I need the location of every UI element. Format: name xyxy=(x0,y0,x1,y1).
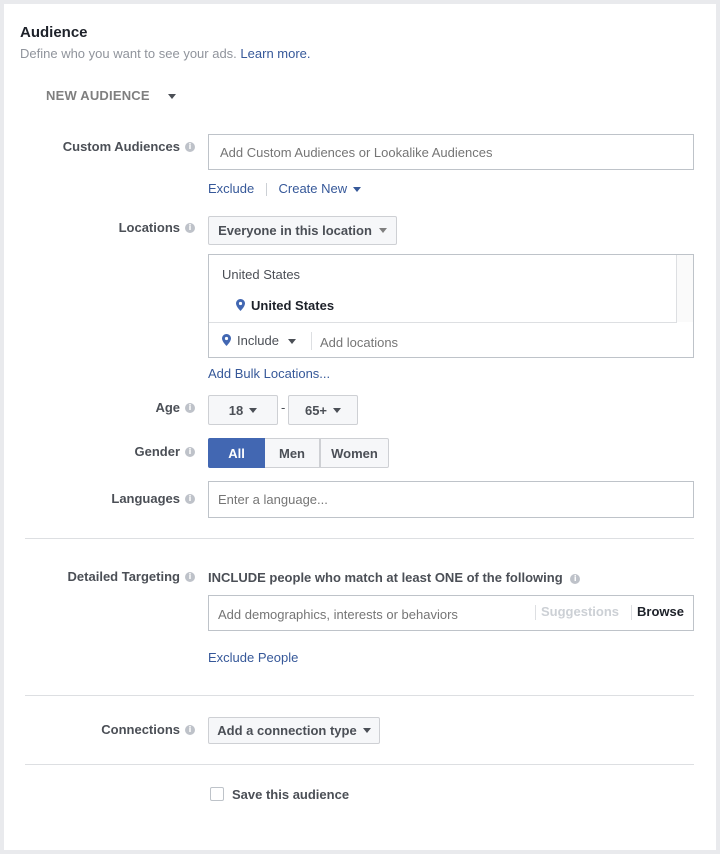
section-title: Audience xyxy=(20,24,88,41)
gender-label: Gender xyxy=(134,444,180,459)
info-icon[interactable]: i xyxy=(185,725,195,735)
link-divider xyxy=(265,183,267,197)
suggestions-button[interactable]: Suggestions xyxy=(541,604,619,619)
info-icon[interactable]: i xyxy=(185,142,195,152)
age-separator: - xyxy=(281,400,286,415)
info-icon[interactable]: i xyxy=(185,572,195,582)
location-pin-icon xyxy=(222,334,231,346)
info-icon[interactable]: i xyxy=(185,223,195,233)
selected-location[interactable]: United States xyxy=(236,298,334,313)
locations-label: Locations xyxy=(118,220,180,235)
age-min-value: 18 xyxy=(228,402,244,418)
age-min-dropdown[interactable]: 18 xyxy=(208,395,278,425)
locations-list: United States United States xyxy=(209,255,677,323)
location-pin-icon xyxy=(236,299,245,311)
connection-type-dropdown[interactable]: Add a connection type xyxy=(208,717,380,744)
new-audience-dropdown[interactable]: NEW AUDIENCE xyxy=(46,88,176,103)
age-max-dropdown[interactable]: 65+ xyxy=(288,395,358,425)
location-mode-dropdown[interactable]: Include xyxy=(222,333,296,348)
browse-button[interactable]: Browse xyxy=(637,604,684,619)
new-audience-label: NEW AUDIENCE xyxy=(46,88,150,103)
save-audience-checkbox[interactable] xyxy=(210,787,224,801)
connection-type-label: Add a connection type xyxy=(217,723,357,738)
add-locations-input[interactable] xyxy=(316,328,682,356)
save-audience-label: Save this audience xyxy=(232,787,350,802)
section-subtitle: Define who you want to see your ads. Lea… xyxy=(20,46,311,61)
languages-label: Languages xyxy=(111,491,180,506)
detailed-targeting-label: Detailed Targeting xyxy=(67,569,180,584)
info-icon[interactable]: i xyxy=(185,494,195,504)
location-group-header: United States xyxy=(222,267,301,282)
custom-audiences-actions: Exclude Create New xyxy=(208,181,362,197)
exclude-people-link[interactable]: Exclude People xyxy=(208,650,298,665)
section-divider xyxy=(25,695,694,696)
connections-label: Connections xyxy=(101,722,180,737)
create-new-label: Create New xyxy=(278,181,348,196)
include-criteria-label: INCLUDE people who match at least ONE of… xyxy=(208,570,563,585)
mode-divider xyxy=(311,332,312,350)
languages-input[interactable] xyxy=(208,481,694,518)
learn-more-link[interactable]: Learn more. xyxy=(240,46,310,61)
caret-down-icon xyxy=(249,407,258,413)
selected-location-name: United States xyxy=(251,298,335,313)
gender-segmented-control: All Men Women xyxy=(208,438,389,468)
subtitle-text: Define who you want to see your ads. xyxy=(20,46,237,61)
suggestions-divider xyxy=(535,605,536,620)
exclude-link[interactable]: Exclude xyxy=(208,181,254,196)
caret-down-icon xyxy=(333,407,342,413)
section-divider xyxy=(25,538,694,539)
location-scope-dropdown[interactable]: Everyone in this location xyxy=(208,216,397,245)
location-scope-label: Everyone in this location xyxy=(218,223,372,238)
info-icon[interactable]: i xyxy=(185,403,195,413)
caret-down-icon xyxy=(167,94,176,100)
caret-down-icon xyxy=(378,228,387,233)
gender-men-button[interactable]: Men xyxy=(265,438,320,468)
browse-divider xyxy=(631,605,632,620)
caret-down-icon xyxy=(353,187,362,193)
include-criteria-text: INCLUDE people who match at least ONE of… xyxy=(208,570,581,585)
detailed-targeting-box: Suggestions Browse xyxy=(208,595,694,632)
gender-women-button[interactable]: Women xyxy=(320,438,389,468)
caret-down-icon xyxy=(287,339,296,345)
age-label: Age xyxy=(155,400,180,415)
caret-down-icon xyxy=(362,728,371,733)
locations-scrollbar[interactable] xyxy=(676,255,693,322)
gender-all-button[interactable]: All xyxy=(208,438,265,468)
add-bulk-locations-link[interactable]: Add Bulk Locations... xyxy=(208,366,330,381)
custom-audiences-input[interactable] xyxy=(208,134,694,170)
audience-panel: Audience Define who you want to see your… xyxy=(4,4,716,850)
section-divider xyxy=(25,764,694,765)
age-max-value: 65+ xyxy=(304,402,328,418)
locations-box: United States United States Include xyxy=(208,254,694,358)
info-icon[interactable]: i xyxy=(570,574,581,584)
custom-audiences-label: Custom Audiences xyxy=(62,139,180,154)
info-icon[interactable]: i xyxy=(185,447,195,457)
detailed-targeting-input[interactable] xyxy=(209,596,540,632)
create-new-dropdown[interactable]: Create New xyxy=(279,181,362,196)
location-mode-label: Include xyxy=(237,333,279,348)
